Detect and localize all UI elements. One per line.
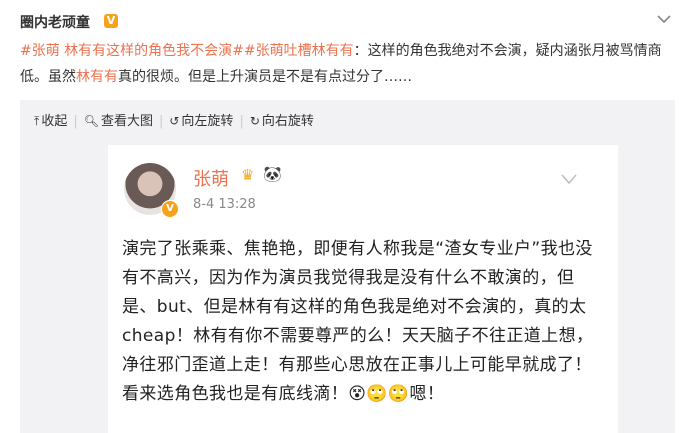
chevron-down-icon[interactable] (657, 14, 671, 24)
rotate-right-icon: ↻ (249, 114, 260, 128)
name-link[interactable]: 林有有 (76, 69, 118, 85)
embedded-author-name: 张萌 (193, 169, 229, 190)
image-toolbar: ⤒ 收起 | 🔍︎ 查看大图 | ↺ 向左旋转 | ↻ 向右旋转 (34, 110, 314, 130)
chevron-down-icon (561, 174, 577, 185)
embedded-timestamp: 8-4 13:28 (193, 197, 256, 212)
post-header: 圈内老顽童 V (0, 0, 690, 40)
author-name[interactable]: 圈内老顽童 (20, 12, 90, 32)
crown-icon: ♛ (241, 166, 255, 184)
post-text: #张萌 林有有这样的角色我不会演##张萌吐槽林有有：这样的角色我绝对不会演，疑内… (20, 38, 670, 90)
verified-icon: V (104, 14, 118, 28)
post-text-segment-2: 真的很烦。但是上升演员是不是有点过分了…… (118, 69, 412, 85)
rotate-right-button[interactable]: ↻ 向右旋转 (250, 110, 314, 129)
hashtag-link-2[interactable]: #张萌吐槽林有有 (244, 43, 354, 59)
view-large-button[interactable]: 🔍︎ 查看大图 (84, 110, 153, 129)
embedded-post-text: 演完了张乘乘、焦艳艳，即便有人称我是“渣女专业户”我也没有不高兴，因为作为演员我… (122, 239, 594, 404)
collapse-button[interactable]: ⤒ 收起 (34, 110, 67, 129)
media-panel: ⤒ 收起 | 🔍︎ 查看大图 | ↺ 向左旋转 | ↻ 向右旋转 V 张萌 ♛ 🐼 8-4 13:2… (20, 100, 675, 433)
embedded-post-image[interactable]: V 张萌 ♛ 🐼 8-4 13:28 演完了张乘乘、焦艳艳，即便有人称我是“渣女… (108, 145, 618, 433)
rotate-left-icon: ↺ (169, 114, 180, 128)
hashtag-link[interactable]: #张萌 林有有这样的角色我不会演# (20, 43, 244, 59)
panda-icon: 🐼 (263, 165, 282, 183)
rotate-left-button[interactable]: ↺ 向左旋转 (169, 110, 233, 129)
search-icon: 🔍︎ (83, 114, 99, 128)
collapse-icon: ⤒ (34, 114, 40, 128)
verified-icon: V (161, 200, 179, 218)
